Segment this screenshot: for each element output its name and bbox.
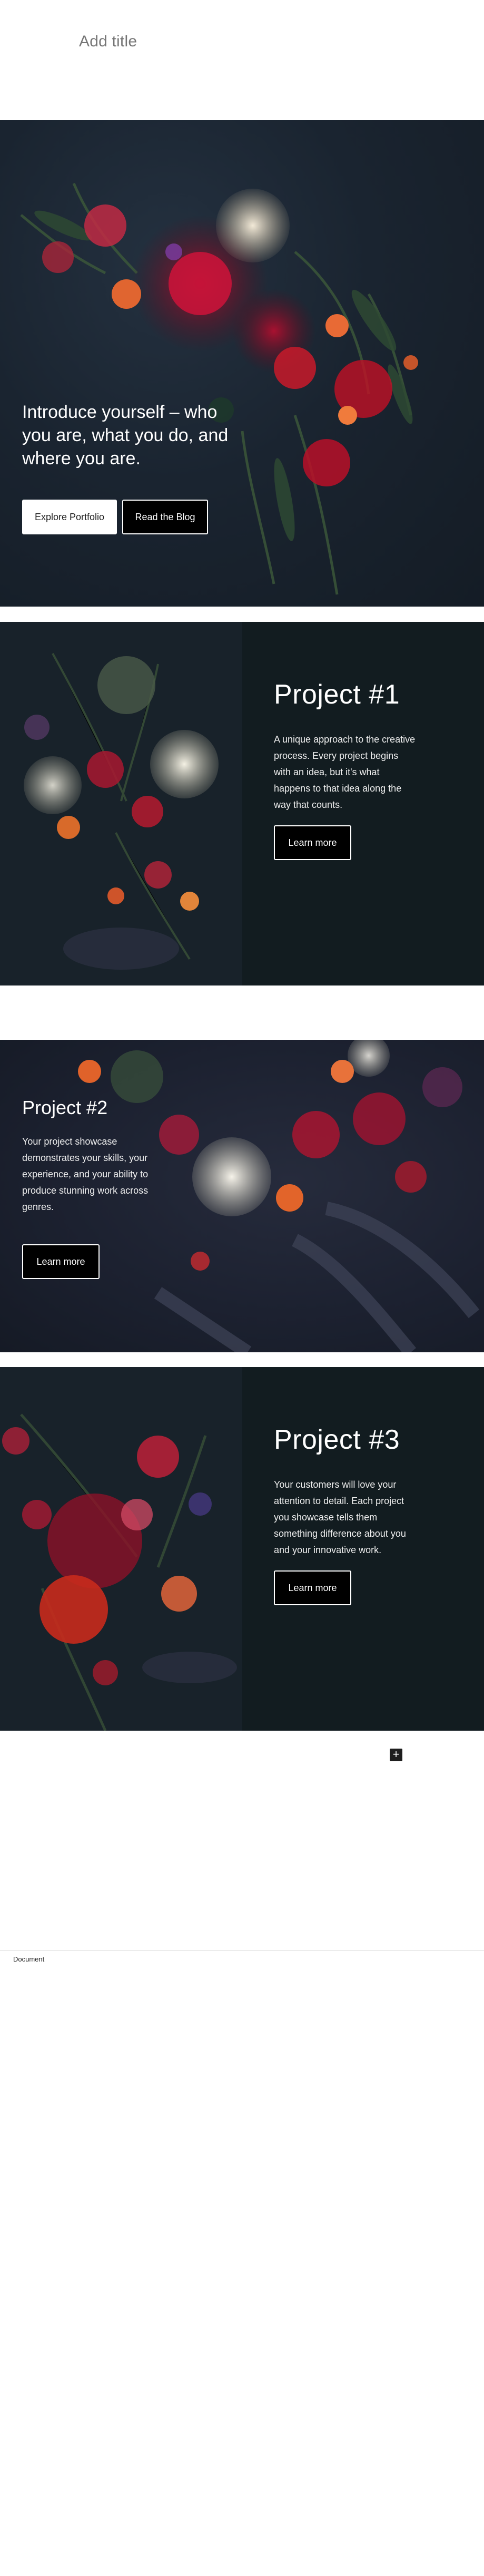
project-1-description[interactable]: A unique approach to the creative proces… <box>274 731 416 813</box>
hero-cover-block[interactable]: Introduce yourself – who you are, what y… <box>0 120 484 607</box>
project-3-heading[interactable]: Project #3 <box>274 1424 400 1456</box>
editor-footer-bar: Document <box>0 1950 484 1966</box>
breadcrumb[interactable]: Document <box>13 1955 44 1963</box>
project-3-description[interactable]: Your customers will love your attention … <box>274 1477 416 1558</box>
project-2-cover-block[interactable]: Project #2 Your project showcase demonst… <box>0 1040 484 1352</box>
project-3-text-panel: Project #3 Your customers will love your… <box>242 1367 484 1731</box>
project-1-heading[interactable]: Project #1 <box>274 679 400 710</box>
project-3-media-text-block[interactable]: Project #3 Your customers will love your… <box>0 1367 484 1731</box>
project-3-learn-more-button[interactable]: Learn more <box>274 1570 351 1605</box>
project-2-description[interactable]: Your project showcase demonstrates your … <box>22 1134 154 1215</box>
project-1-text-panel: Project #1 A unique approach to the crea… <box>242 622 484 985</box>
project-3-flower-image <box>0 1367 242 1731</box>
editor-title-area: Add title <box>0 0 484 120</box>
post-title-input[interactable]: Add title <box>79 33 137 51</box>
project-1-learn-more-button[interactable]: Learn more <box>274 825 351 860</box>
project-1-media-text-block[interactable]: Project #1 A unique approach to the crea… <box>0 622 484 985</box>
project-1-flower-image <box>0 622 242 985</box>
hero-heading[interactable]: Introduce yourself – who you are, what y… <box>22 401 233 470</box>
project-2-heading[interactable]: Project #2 <box>22 1097 107 1119</box>
project-2-learn-more-button[interactable]: Learn more <box>22 1244 100 1279</box>
add-block-button[interactable]: + <box>390 1749 402 1761</box>
plus-icon: + <box>392 1748 400 1761</box>
read-the-blog-button[interactable]: Read the Blog <box>122 500 208 534</box>
explore-portfolio-button[interactable]: Explore Portfolio <box>22 500 117 534</box>
